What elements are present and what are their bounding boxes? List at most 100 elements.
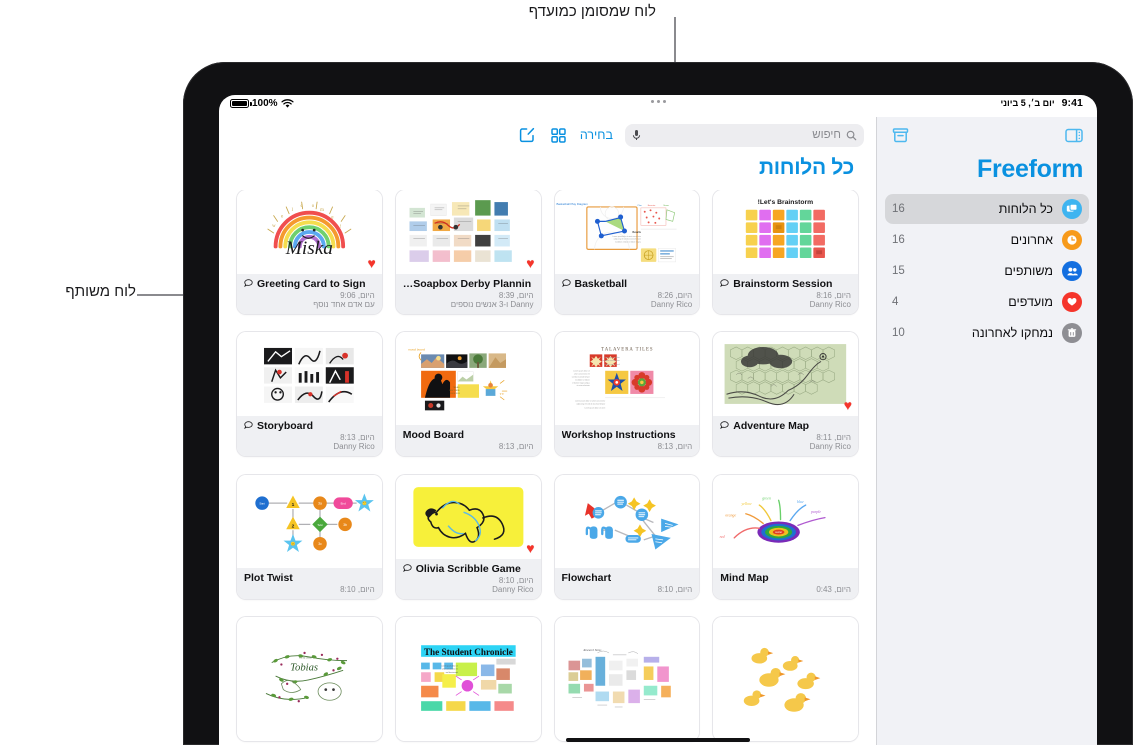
board-card[interactable]: mood board THE ALL NEW TREND FROM 2024 T… (395, 332, 541, 457)
microphone-icon[interactable] (632, 129, 641, 141)
board-card[interactable]: ♥ Soapbox Derby Plannin… היום, 8:39 Dann… (395, 190, 541, 314)
board-name: Workshop Instructions (561, 429, 676, 442)
svg-text:adipiscing elit sed: adipiscing elit sed (604, 363, 619, 366)
sidebar-count: 4 (892, 296, 899, 308)
svg-text:🙂: 🙂 (291, 541, 296, 546)
board-name: Mind Map (720, 571, 769, 584)
battery-percent-label: 100% (252, 98, 278, 109)
board-meta: Flowchart היום, 8:10 (554, 567, 700, 599)
board-owner: Danny Rico (809, 300, 851, 309)
board-thumbnail-mind-map-sketch: center red orange yellow green blue purp… (713, 474, 858, 568)
svg-text:green: green (762, 496, 771, 500)
board-name: Soapbox Derby Plannin… (402, 278, 532, 290)
board-thumbnail-brainstorm-stickies: Let's Brainstorm! (713, 190, 858, 274)
board-thumbnail-rainbow-greeting-card: welc o m e! Miska ♥ (237, 190, 382, 274)
sidebar-item-recents[interactable]: אחרונים 16 (885, 225, 1089, 255)
svg-text:2: 2 (292, 523, 295, 529)
grid-view-icon[interactable] (549, 126, 568, 145)
svg-text:Let's Brainstorm!: Let's Brainstorm! (758, 199, 814, 206)
compose-square-pencil-icon[interactable] (518, 126, 537, 145)
svg-text:sit amet consectetur: sit amet consectetur (602, 359, 620, 362)
board-name-row: Mood Board (403, 429, 534, 441)
board-meta: Mood Board היום, 8:13 (395, 425, 541, 457)
board-name-row: Storyboard (244, 420, 375, 432)
sidebar-label: נמחקו לאחרונה (971, 326, 1053, 340)
home-indicator[interactable] (566, 737, 750, 742)
wifi-icon (281, 98, 294, 108)
svg-text:3c: 3c (318, 542, 322, 546)
favorite-heart-icon: ♥ (367, 255, 376, 271)
board-meta: Soapbox Derby Plannin… היום, 8:39 Danny … (395, 274, 541, 314)
svg-text:red: red (720, 534, 725, 538)
board-time: היום, 8:16 (816, 291, 851, 300)
board-card[interactable]: The Student Chronicle Lorem ipsum dolor … (395, 616, 541, 741)
battery-tip (249, 101, 252, 106)
svg-text:Research Notes: Research Notes (582, 648, 602, 652)
board-card[interactable]: Flowchart היום, 8:10 (554, 474, 700, 599)
board-thumbnail-yellow-scribble-dog: ♥ (395, 474, 541, 559)
svg-text:purple: purple (810, 509, 821, 513)
svg-text:TV: TV (499, 392, 504, 396)
main-toolbar: חיפוש בחירה (219, 117, 876, 153)
archive-box-icon[interactable] (891, 126, 910, 145)
board-card[interactable]: welc o m e! Miska ♥ Greeting Card to Sig… (237, 190, 382, 314)
shared-bubble-icon (244, 278, 253, 290)
board-card[interactable]: TALAVERA TILES Lorem ipsum dolor sit amet… (554, 332, 700, 457)
svg-text:3a: 3a (318, 501, 322, 505)
search-icon (846, 130, 857, 140)
board-name: Plot Twist (244, 571, 293, 584)
svg-text:e: e (331, 215, 333, 220)
board-owner: Danny Rico (492, 584, 534, 594)
board-card[interactable]: Research Notes (554, 616, 700, 741)
board-time: היום, 8:39 (498, 291, 534, 300)
svg-text:3b: 3b (343, 522, 347, 526)
sidebar-item-all-boards[interactable]: כל הלוחות 16 (885, 194, 1089, 224)
select-button[interactable]: בחירה (580, 128, 613, 142)
board-name: Storyboard (257, 420, 314, 433)
svg-text:Lorem ipsum dolor sit amet con: Lorem ipsum dolor sit amet consectetur (575, 400, 606, 403)
board-card[interactable] (713, 616, 858, 741)
board-card[interactable]: ♥ Adventure Map היום, 8:11 Danny Rico (713, 332, 858, 457)
board-card[interactable]: Let's Brainstorm! Brainstorm Session היו… (713, 190, 858, 314)
board-card[interactable]: Welcome to Tobias (237, 616, 382, 741)
svg-text:Plan: Plan (637, 205, 642, 207)
board-meta: Adventure Map היום, 8:11 Danny Rico (713, 416, 858, 457)
board-name: Olivia Scribble Game (415, 562, 521, 575)
shared-bubble-icon (720, 278, 729, 290)
search-field[interactable]: חיפוש (625, 123, 864, 147)
board-card[interactable]: ♥ Olivia Scribble Game היום, 8:10 Danny … (395, 474, 541, 599)
board-time: היום, 8:26 (657, 291, 693, 300)
sidebar-item-shared[interactable]: משותפים 15 (885, 256, 1089, 286)
svg-text:TALAVERA TILES: TALAVERA TILES (601, 348, 653, 353)
clock-icon (1062, 230, 1082, 250)
svg-text:amet consectetur elit: amet consectetur elit (573, 373, 589, 376)
svg-text:The Student Chronicle: The Student Chronicle (424, 647, 513, 657)
search-input[interactable]: חיפוש (646, 129, 841, 141)
main-content: חיפוש בחירה כל הלוחות Let's Brainstorm! … (219, 117, 876, 745)
sidebar-label: מועדפים (1008, 295, 1053, 309)
sidebar-toggle-icon[interactable] (1064, 126, 1083, 145)
board-thumbnail-ivy-vines: Welcome to Tobias (237, 616, 382, 741)
app-split-view: Freeform כל הלוחות 16 אחרונים 16 משותפים… (219, 117, 1097, 745)
board-name: Adventure Map (733, 420, 810, 433)
board-card[interactable]: Basketball Play Diagram Plan Execute Sco… (554, 190, 700, 314)
board-time: היום, 8:10 (498, 575, 534, 585)
svg-text:NEW TREND: NEW TREND (449, 390, 460, 392)
board-name: Flowchart (561, 571, 612, 584)
heart-icon (1062, 292, 1082, 312)
svg-text:Miska: Miska (285, 238, 333, 259)
svg-text:Results: Results (632, 231, 641, 234)
sidebar-item-recently-deleted[interactable]: נמחקו לאחרונה 10 (885, 318, 1089, 348)
board-time: היום, 8:13 (657, 442, 693, 452)
board-card[interactable]: center red orange yellow green blue purp… (713, 474, 858, 599)
board-card[interactable]: Storyboard היום, 8:13 Danny Rico (237, 332, 382, 457)
status-bar: 100% 9:41 יום ב׳, 5 ביוני (219, 95, 1097, 117)
multitasking-dots-icon[interactable] (647, 100, 669, 103)
board-name-row: Soapbox Derby Plannin… (403, 278, 534, 290)
svg-text:sed do eiusmod tempor: sed do eiusmod tempor (571, 376, 589, 379)
svg-text:sed do eiusmod: sed do eiusmod (445, 672, 457, 674)
svg-text:m: m (320, 208, 324, 213)
sidebar-item-favorites[interactable]: מועדפים 4 (885, 287, 1089, 317)
board-card[interactable]: Start 1 3a End 🙂 2 Twist 3b 3c 🙂 Plot Tw… (237, 474, 382, 599)
svg-text:FROM 2024: FROM 2024 (450, 393, 459, 395)
